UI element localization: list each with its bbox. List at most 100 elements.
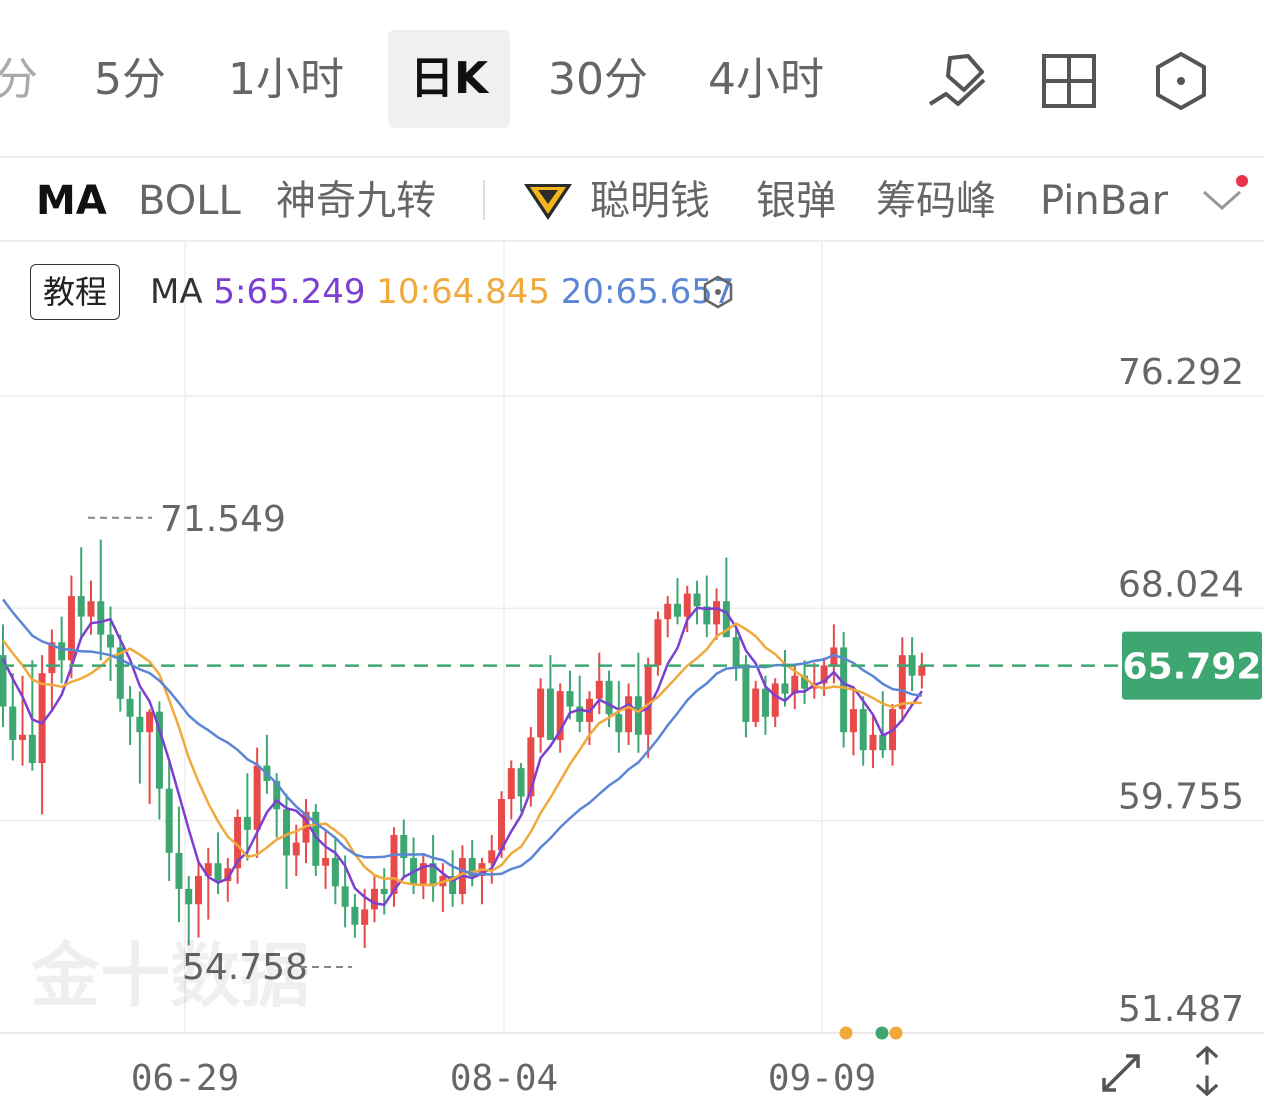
tutorial-button[interactable]: 教程 [30,264,120,320]
candle-body [654,619,662,666]
candle-body [742,668,750,722]
candle-body [605,680,613,715]
candle-body [292,842,300,856]
candle-body [595,680,603,699]
fullscreen-expand-icon[interactable] [1096,1048,1146,1098]
candle-body [243,816,251,830]
candle-body [341,886,349,907]
draw-pen-icon[interactable] [924,46,994,116]
candle-body [625,696,633,733]
candle-body [214,863,222,882]
candle-body [282,809,290,856]
candle-body [253,765,261,830]
candle-body [879,734,887,751]
vertical-scale-icon[interactable] [1182,1046,1232,1096]
candle-body [19,734,27,740]
x-tick-label: 09-09 [768,1058,876,1099]
indicator-bar: MA BOLL 神奇九转 聪明钱 银弹 筹码峰 PinBar [0,158,1264,240]
candle-body [918,665,926,676]
indicator-boll[interactable]: BOLL [138,176,241,226]
indicator-pinbar[interactable]: PinBar [1040,176,1168,226]
candle-body [713,601,721,625]
candle-body [370,888,378,910]
candle-body [175,852,183,889]
tab-1hour[interactable]: 1小时 [228,50,344,110]
candle-body [331,858,339,887]
x-tick-label: 08-04 [450,1058,558,1099]
candle-body [146,711,154,733]
ma10-value: 10:64.845 [376,272,550,312]
candle-body [126,698,134,717]
candle-body [869,734,877,751]
candle-body [38,673,46,764]
y-tick-label: 76.292 [1118,352,1244,393]
candle-body [546,688,554,740]
indicator-smart-money[interactable]: 聪明钱 [590,176,710,226]
candle-body [644,665,652,735]
event-marker-dot [839,1026,853,1040]
tab-30min[interactable]: 30分 [548,50,648,110]
candle-body [351,906,359,925]
timeframe-tab-bar: 分 5分 1小时 日K 30分 4小时 [0,0,1264,156]
candle-body [87,601,95,617]
candle-body [361,909,369,925]
candle-body [97,601,105,635]
candle-body [566,691,574,707]
diamond-crown-icon [524,184,572,220]
candle-body [781,683,789,694]
tab-daily-k[interactable]: 日K [388,30,511,128]
divider [483,180,485,220]
indicator-chip-peak[interactable]: 筹码峰 [876,176,996,226]
event-marker-dot [889,1026,903,1040]
candle-body [771,683,779,717]
candle-body [683,593,691,617]
grid-layout-icon[interactable] [1034,46,1104,116]
tab-1min[interactable]: 分 [0,50,38,110]
candle-body [28,734,36,764]
watermark: 金十数据 [30,935,310,1017]
y-tick-label: 51.487 [1118,989,1244,1030]
candle-body [898,655,906,710]
candle-body [693,593,701,607]
candle-body [732,637,740,669]
candle-body [380,888,388,894]
indicator-ma[interactable]: MA [36,176,107,226]
candle-body [58,642,66,661]
candle-body [615,714,623,733]
tab-5min[interactable]: 5分 [94,50,166,110]
candle-body [136,716,144,733]
y-tick-label: 59.755 [1118,777,1244,818]
ma-legend-title: MA [150,272,203,312]
current-price-value: 65.792 [1123,647,1262,688]
candle-body [517,768,525,797]
candle-body [859,709,867,751]
candle-body [537,688,545,738]
ma5-value: 5:65.249 [213,272,366,312]
candle-body [664,603,672,620]
candle-body [77,596,85,617]
candle-body [761,688,769,717]
ma-settings-icon[interactable] [700,274,736,310]
candle-body [673,603,681,617]
x-tick-label: 06-29 [131,1058,239,1099]
event-marker-dot [875,1026,889,1040]
max-price-label: 71.549 [160,499,286,540]
candle-body [165,788,173,853]
candle-body [9,706,17,740]
notification-dot [1236,175,1248,187]
candle-body [195,876,202,905]
ma-legend: MA 5:65.249 10:64.845 20:65.657 [150,270,734,314]
candle-body [634,696,642,735]
candle-body [752,688,760,722]
y-tick-label: 68.024 [1118,564,1244,605]
candle-body [507,768,515,799]
indicator-silver-bullet[interactable]: 银弹 [756,176,836,226]
candle-body [185,888,193,905]
indicator-magic-nine[interactable]: 神奇九转 [276,176,436,226]
candle-body [107,634,115,648]
tab-4hour[interactable]: 4小时 [708,50,824,110]
candle-body [849,709,857,733]
hexagon-settings-icon[interactable] [1146,46,1216,116]
chevron-down-icon[interactable] [1200,186,1244,214]
candle-body [322,858,330,866]
